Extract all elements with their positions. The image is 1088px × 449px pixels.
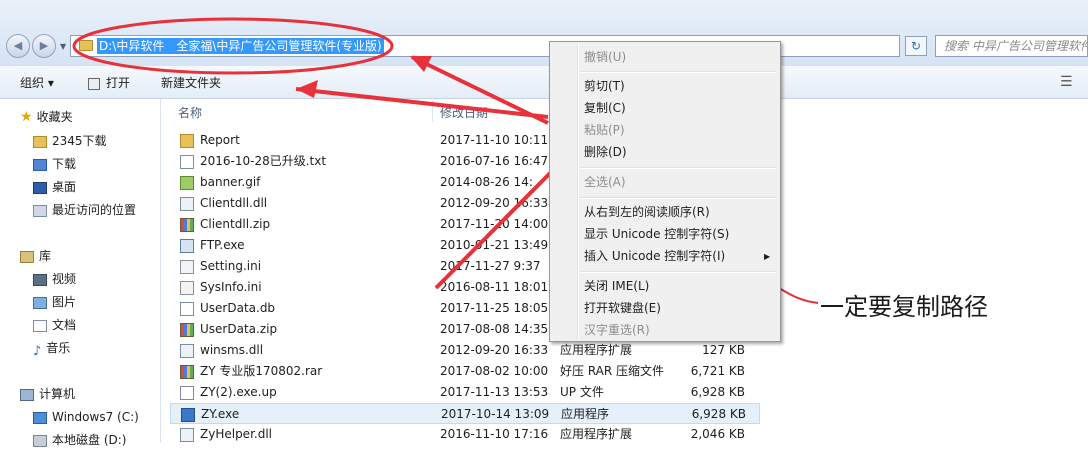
menu-item-undo[interactable]: 撤销(U) <box>584 47 626 67</box>
annotation-overlay <box>72 17 819 304</box>
menu-item-soft-keyboard[interactable]: 打开软键盘(E) <box>584 298 661 318</box>
menu-item-paste[interactable]: 粘贴(P) <box>584 120 625 140</box>
menu-separator <box>580 271 776 273</box>
arrow-head <box>296 80 318 98</box>
menu-separator <box>580 71 776 73</box>
annotation-text: 一定要复制路径 <box>820 293 988 321</box>
menu-separator <box>580 167 776 169</box>
menu-item-cut[interactable]: 剪切(T) <box>584 76 625 96</box>
context-menu: 撤销(U) 剪切(T) 复制(C) 粘贴(P) 删除(D) 全选(A) 从右到左… <box>549 41 781 342</box>
menu-separator <box>580 197 776 199</box>
menu-item-delete[interactable]: 删除(D) <box>584 142 627 162</box>
menu-item-show-unicode[interactable]: 显示 Unicode 控制字符(S) <box>584 224 729 244</box>
menu-item-select-all[interactable]: 全选(A) <box>584 172 626 192</box>
menu-item-copy[interactable]: 复制(C) <box>584 98 626 118</box>
submenu-arrow-icon: ▶ <box>764 252 771 261</box>
menu-item-close-ime[interactable]: 关闭 IME(L) <box>584 276 649 296</box>
menu-item-insert-unicode[interactable]: 插入 Unicode 控制字符(I) <box>584 246 725 266</box>
address-highlight-circle <box>72 17 394 75</box>
menu-item-reconvert[interactable]: 汉字重选(R) <box>584 320 650 340</box>
menu-item-rtl-reading[interactable]: 从右到左的阅读顺序(R) <box>584 202 710 222</box>
menu-gutter <box>577 44 579 339</box>
arrow-to-path-line <box>411 55 549 125</box>
